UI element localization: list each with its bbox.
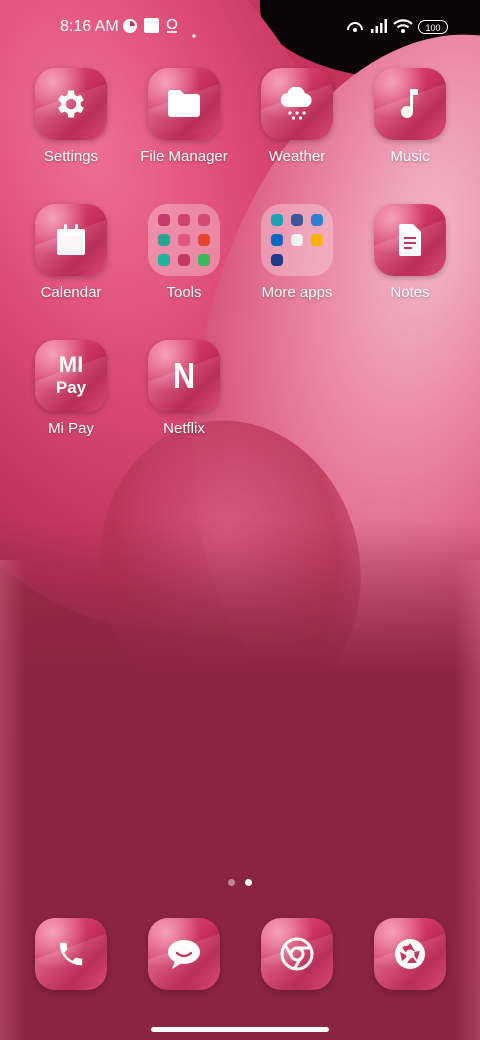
dock-camera[interactable] <box>355 918 465 994</box>
folder-icon <box>148 68 220 140</box>
status-bar: 8:16 AM 100 <box>0 0 480 56</box>
camera-icon <box>374 918 446 990</box>
messages-icon <box>148 918 220 990</box>
app-label: Tools <box>166 284 202 301</box>
dock-phone[interactable] <box>16 918 126 994</box>
hotspot-icon <box>345 18 365 39</box>
app-label: Calendar <box>40 284 102 301</box>
chrome-icon <box>261 918 333 990</box>
app-weather[interactable]: Weather <box>242 68 352 178</box>
dock-chrome[interactable] <box>242 918 352 994</box>
clock: 8:16 AM <box>60 18 119 35</box>
mi-pay-icon: MI Pay <box>35 340 107 412</box>
document-icon <box>374 204 446 276</box>
app-settings[interactable]: Settings <box>16 68 126 178</box>
folder-more-apps[interactable]: More apps <box>242 204 352 314</box>
location-icon <box>165 18 179 39</box>
gear-icon <box>35 68 107 140</box>
app-calendar[interactable]: Calendar <box>16 204 126 314</box>
folder-tools[interactable]: Tools <box>129 204 239 314</box>
app-notes[interactable]: Notes <box>355 204 465 314</box>
app-label: Music <box>390 148 430 165</box>
dot-icon <box>192 25 196 43</box>
netflix-icon: N <box>148 340 220 412</box>
cloud-snow-icon <box>261 68 333 140</box>
app-label: File Manager <box>140 148 228 165</box>
folder-group-icon <box>148 204 220 276</box>
app-mi-pay[interactable]: MI Pay Mi Pay <box>16 340 126 450</box>
square-icon <box>144 18 159 38</box>
app-label: Netflix <box>163 420 205 437</box>
app-music[interactable]: Music <box>355 68 465 178</box>
wifi-icon <box>393 18 413 39</box>
music-note-icon <box>374 68 446 140</box>
page-dot-1[interactable] <box>228 879 235 886</box>
app-label: Weather <box>268 148 326 165</box>
home-indicator-bar[interactable] <box>151 1027 329 1032</box>
app-label: Settings <box>43 148 99 165</box>
app-label: More apps <box>261 284 333 301</box>
app-netflix[interactable]: N Netflix <box>129 340 239 450</box>
app-label: Mi Pay <box>48 420 94 437</box>
folder-group-icon <box>261 204 333 276</box>
notification-app-icon <box>122 18 138 39</box>
phone-icon <box>35 918 107 990</box>
battery-icon: 100 <box>418 20 448 34</box>
signal-icon <box>370 18 388 39</box>
calendar-icon <box>35 204 107 276</box>
page-dot-2-active[interactable] <box>245 879 252 886</box>
dock-messages[interactable] <box>129 918 239 994</box>
app-file-manager[interactable]: File Manager <box>129 68 239 178</box>
app-label: Notes <box>390 284 430 301</box>
